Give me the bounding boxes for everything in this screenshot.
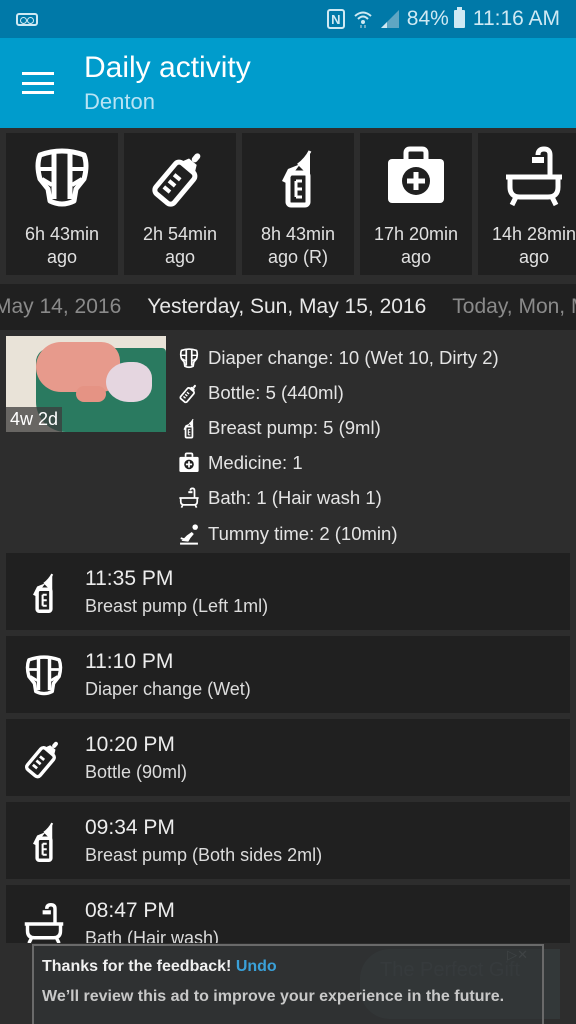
undo-button[interactable]: Undo [236, 958, 277, 975]
nfc-icon: N [326, 9, 345, 29]
medicine-icon [384, 145, 448, 209]
voicemail-icon [16, 12, 38, 26]
event-row[interactable]: 11:35 PM Breast pump (Left 1ml) [6, 553, 570, 630]
event-time: 10:20 PM [85, 732, 175, 756]
tile-diaper[interactable]: 6h 43min ago [6, 133, 118, 275]
tummy-time-icon [178, 523, 200, 545]
tile-bath[interactable]: 14h 28min ago [478, 133, 576, 275]
bath-icon [502, 145, 566, 209]
breast-pump-icon [266, 145, 330, 209]
event-row[interactable]: 11:10 PM Diaper change (Wet) [6, 636, 570, 713]
bottle-icon [22, 733, 66, 783]
date-current: Yesterday, Sun, May 15, 2016 [147, 295, 427, 318]
breast-pump-icon [22, 567, 66, 617]
diaper-icon [178, 347, 200, 369]
event-description: Bath (Hair wash) [85, 927, 220, 944]
toast-message: Thanks for the feedback! [42, 958, 232, 975]
event-row[interactable]: 10:20 PM Bottle (90ml) [6, 719, 570, 796]
diaper-icon [30, 145, 94, 209]
tile-bottle[interactable]: 2h 54min ago [124, 133, 236, 275]
date-next[interactable]: Today, Mon, May 16, 2016 [452, 295, 576, 319]
bath-icon [178, 487, 200, 509]
tile-ago: ago [46, 247, 78, 267]
battery-icon [453, 7, 465, 28]
feedback-toast: Thanks for the feedback! Undo We’ll revi… [32, 944, 544, 1024]
tile-ago: ago [164, 247, 196, 267]
date-pager[interactable]: May 14, 2016 Yesterday, Sun, May 15, 201… [0, 284, 576, 330]
signal-icon [380, 10, 399, 28]
event-row[interactable]: 09:34 PM Breast pump (Both sides 2ml) [6, 802, 570, 879]
event-row[interactable]: 08:47 PM Bath (Hair wash) [6, 885, 570, 943]
daily-summary: 4w 2d Diaper change: 10 (Wet 10, Dirty 2… [6, 336, 576, 546]
last-activity-tiles: 6h 43min ago 2h 54min ago 8h 43min ago (R) … [6, 133, 576, 275]
event-time: 08:47 PM [85, 898, 175, 922]
stat-tummy-time: Tummy time: 2 (10min) [178, 516, 499, 551]
clock: 11:16 AM [472, 7, 560, 30]
event-time: 09:34 PM [85, 815, 175, 839]
stat-medicine: Medicine: 1 [178, 446, 499, 481]
event-time: 11:35 PM [85, 566, 174, 590]
medicine-icon [178, 452, 200, 474]
tile-time: 2h 54min [142, 224, 218, 244]
summary-stats: Diaper change: 10 (Wet 10, Dirty 2) Bott… [178, 340, 499, 551]
event-description: Breast pump (Both sides 2ml) [85, 844, 323, 865]
event-list: 11:35 PM Breast pump (Left 1ml) 11:10 PM D… [0, 553, 576, 943]
stat-bottle: Bottle: 5 (440ml) [178, 375, 499, 410]
baby-photo[interactable]: 4w 2d [6, 336, 166, 432]
tile-time: 14h 28min [491, 224, 576, 244]
tile-ago: ago [518, 247, 550, 267]
breast-pump-icon [22, 816, 66, 866]
tile-ago: ago [400, 247, 432, 267]
app-bar: Daily activity Denton [0, 38, 576, 128]
wifi-icon [353, 9, 373, 29]
stat-diaper: Diaper change: 10 (Wet 10, Dirty 2) [178, 340, 499, 375]
stat-breast-pump: Breast pump: 5 (9ml) [178, 410, 499, 445]
tile-time: 8h 43min [260, 224, 336, 244]
tile-medicine[interactable]: 17h 20min ago [360, 133, 472, 275]
baby-name: Denton [84, 89, 155, 114]
bottle-icon [148, 145, 212, 209]
event-description: Breast pump (Left 1ml) [85, 595, 269, 616]
event-description: Bottle (90ml) [85, 761, 188, 782]
tile-time: 6h 43min [24, 224, 100, 244]
diaper-icon [22, 650, 66, 700]
battery-percent: 84% [406, 7, 449, 30]
tile-time: 17h 20min [373, 224, 459, 244]
event-time: 11:10 PM [85, 649, 174, 673]
date-previous[interactable]: May 14, 2016 [0, 295, 121, 319]
breast-pump-icon [178, 417, 200, 439]
age-badge: 4w 2d [6, 407, 63, 432]
stat-bath: Bath: 1 (Hair wash 1) [178, 481, 499, 516]
page-title: Daily activity [84, 51, 251, 84]
status-bar: N 84% 11:16 AM [0, 0, 576, 38]
bottle-icon [178, 382, 200, 404]
tile-ago: ago (R) [267, 247, 329, 267]
toast-detail: We’ll review this ad to improve your exp… [42, 988, 505, 1005]
event-description: Diaper change (Wet) [85, 678, 251, 699]
hamburger-menu-icon[interactable] [22, 72, 54, 94]
tile-breast-pump[interactable]: 8h 43min ago (R) [242, 133, 354, 275]
bath-icon [22, 899, 66, 944]
